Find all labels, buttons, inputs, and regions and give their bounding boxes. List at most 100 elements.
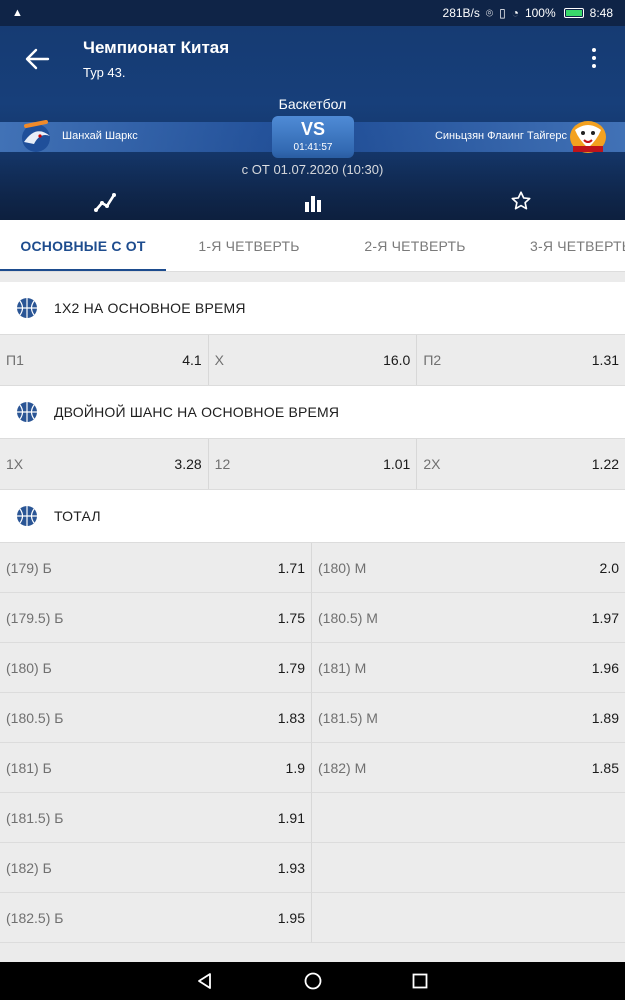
network-speed: 281B/s <box>442 6 480 20</box>
market-1x2-odds: П1 4.1 Х 16.0 П2 1.31 <box>0 335 625 386</box>
market-total-header[interactable]: ТОТАЛ <box>0 490 625 543</box>
odd-label: (179) Б <box>6 559 52 576</box>
status-right: 281B/s ⌾ ▯ ◔ 100% 8:48 <box>443 6 613 21</box>
odd-value: 1.75 <box>277 609 305 626</box>
total-over-cell[interactable]: (181.5) Б 1.91 <box>0 793 312 843</box>
total-row: (180.5) Б 1.83 (181.5) М 1.89 <box>0 693 625 743</box>
basketball-icon <box>17 506 37 526</box>
round-subtitle: Тур 43. <box>83 65 126 80</box>
markets-list: 1Х2 НА ОСНОВНОЕ ВРЕМЯ П1 4.1 Х 16.0 П2 1… <box>0 282 625 962</box>
odd-value: 1.89 <box>591 709 619 726</box>
total-row: (179.5) Б 1.75 (180.5) М 1.97 <box>0 593 625 643</box>
odd-label: 12 <box>214 456 231 472</box>
odd-value: 1.79 <box>277 659 305 676</box>
tab-quarter-1[interactable]: 1-Я ЧЕТВЕРТЬ <box>166 220 332 271</box>
market-1x2-header[interactable]: 1Х2 НА ОСНОВНОЕ ВРЕМЯ <box>0 282 625 335</box>
trend-chart-icon[interactable] <box>93 190 117 214</box>
odd-value: 1.71 <box>277 559 305 576</box>
notification-icon: ▲ <box>12 7 23 19</box>
sharks-logo-icon <box>22 120 50 152</box>
total-under-cell[interactable]: (181) М 1.96 <box>312 643 625 693</box>
market-title: ТОТАЛ <box>54 508 101 524</box>
total-row: (182.5) Б 1.95 <box>0 893 625 943</box>
odd-cell-12[interactable]: 12 1.01 <box>209 439 418 489</box>
market-title: ДВОЙНОЙ ШАНС НА ОСНОВНОЕ ВРЕМЯ <box>54 404 340 420</box>
total-under-cell[interactable]: (180.5) М 1.97 <box>312 593 625 643</box>
countdown-timer: 01:41:57 <box>293 142 333 153</box>
total-empty-cell <box>312 793 625 843</box>
nav-back-icon[interactable] <box>196 972 214 990</box>
battery-percent: 100% <box>524 6 556 20</box>
team-right-name: Синьцзян Флаинг Тайгерс <box>434 130 567 142</box>
match-date: с ОТ 01.07.2020 (10:30) <box>241 162 384 177</box>
market-double-chance-odds: 1Х 3.28 12 1.01 2Х 1.22 <box>0 439 625 490</box>
page-title: Чемпионат Китая <box>83 38 230 57</box>
total-over-cell[interactable]: (179.5) Б 1.75 <box>0 593 312 643</box>
tab-quarter-3[interactable]: 3-Я ЧЕТВЕРТЬ <box>498 220 625 271</box>
total-under-cell[interactable]: (181.5) М 1.89 <box>312 693 625 743</box>
vs-badge: VS 01:41:57 <box>272 116 354 158</box>
market-double-chance-header[interactable]: ДВОЙНОЙ ШАНС НА ОСНОВНОЕ ВРЕМЯ <box>0 386 625 439</box>
sport-label: Баскетбол <box>278 96 347 112</box>
odd-cell-p2[interactable]: П2 1.31 <box>417 335 625 385</box>
odd-value: 16.0 <box>383 352 411 368</box>
favorite-star-icon[interactable] <box>510 190 532 212</box>
period-tabs: ОСНОВНЫЕ С ОТ 1-Я ЧЕТВЕРТЬ 2-Я ЧЕТВЕРТЬ … <box>0 220 625 272</box>
odd-value: 1.91 <box>277 809 305 826</box>
vs-text: VS <box>300 119 325 139</box>
total-over-cell[interactable]: (182.5) Б 1.95 <box>0 893 312 943</box>
odd-label: (181) М <box>318 659 367 676</box>
total-over-cell[interactable]: (179) Б 1.71 <box>0 543 312 593</box>
odd-value: 1.93 <box>277 859 305 876</box>
status-bar: ▲ 281B/s ⌾ ▯ ◔ 100% 8:48 <box>0 0 625 26</box>
odd-cell-x[interactable]: Х 16.0 <box>209 335 418 385</box>
odd-label: П2 <box>423 352 442 368</box>
odd-cell-p1[interactable]: П1 4.1 <box>0 335 209 385</box>
odd-label: (180.5) М <box>318 609 378 626</box>
more-menu-icon[interactable] <box>591 48 597 68</box>
total-over-cell[interactable]: (182) Б 1.93 <box>0 843 312 893</box>
odd-label: (180) М <box>318 559 367 576</box>
total-under-cell[interactable]: (182) М 1.85 <box>312 743 625 793</box>
odd-cell-1x[interactable]: 1Х 3.28 <box>0 439 209 489</box>
odd-label: (182) М <box>318 759 367 776</box>
odd-value: 1.22 <box>591 456 620 472</box>
odd-label: (180) Б <box>6 659 52 676</box>
nav-recent-apps-icon[interactable] <box>412 973 428 989</box>
odd-label: (181) Б <box>6 759 52 776</box>
odd-label: (179.5) Б <box>6 609 64 626</box>
wifi-icon: ◔ <box>511 6 519 20</box>
odd-label: (181.5) М <box>318 709 378 726</box>
total-over-cell[interactable]: (180) Б 1.79 <box>0 643 312 693</box>
tab-main-ot[interactable]: ОСНОВНЫЕ С ОТ <box>0 220 166 271</box>
odd-value: 1.97 <box>591 609 619 626</box>
total-row: (182) Б 1.93 <box>0 843 625 893</box>
total-over-cell[interactable]: (181) Б 1.9 <box>0 743 312 793</box>
total-empty-cell <box>312 843 625 893</box>
basketball-icon <box>17 402 37 422</box>
nav-home-icon[interactable] <box>304 972 322 990</box>
system-nav-bar <box>0 962 625 1000</box>
statistics-icon[interactable] <box>303 193 323 213</box>
total-row: (179) Б 1.71 (180) М 2.0 <box>0 543 625 593</box>
odd-label: (181.5) Б <box>6 809 64 826</box>
total-under-cell[interactable]: (180) М 2.0 <box>312 543 625 593</box>
location-icon: ⌾ <box>485 5 494 20</box>
battery-icon <box>563 8 584 18</box>
total-row: (181.5) Б 1.91 <box>0 793 625 843</box>
odd-value: 2.0 <box>599 559 619 576</box>
odd-label: (180.5) Б <box>6 709 64 726</box>
total-empty-cell <box>312 893 625 943</box>
clock: 8:48 <box>589 6 613 20</box>
odd-cell-2x[interactable]: 2Х 1.22 <box>417 439 625 489</box>
odd-label: П1 <box>6 352 24 368</box>
odd-label: (182.5) Б <box>6 909 64 926</box>
match-header: Чемпионат Китая Тур 43. Баскетбол Шанхай… <box>0 26 625 220</box>
vibrate-icon: ▯ <box>499 6 506 20</box>
odd-value: 1.85 <box>591 759 619 776</box>
odd-label: 1Х <box>6 456 24 472</box>
back-arrow-icon[interactable] <box>24 48 50 70</box>
tab-quarter-2[interactable]: 2-Я ЧЕТВЕРТЬ <box>332 220 498 271</box>
odd-label: 2Х <box>423 456 441 472</box>
total-over-cell[interactable]: (180.5) Б 1.83 <box>0 693 312 743</box>
